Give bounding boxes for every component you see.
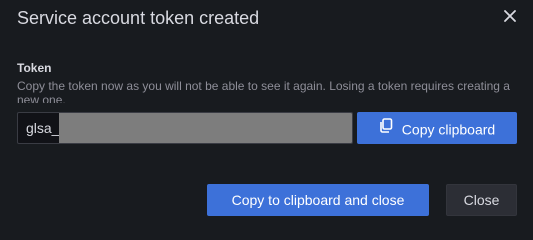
copy-icon xyxy=(379,112,393,144)
close-icon[interactable] xyxy=(502,8,518,24)
token-label: Token xyxy=(17,61,52,75)
redacted-token-overlay xyxy=(59,113,352,143)
service-account-token-dialog: Service account token created Token Copy… xyxy=(0,0,533,240)
copy-clipboard-button[interactable]: Copy clipboard xyxy=(357,112,517,144)
close-button[interactable]: Close xyxy=(446,184,517,216)
token-description: Copy the token now as you will not be ab… xyxy=(17,79,510,103)
copy-clipboard-label: Copy clipboard xyxy=(401,121,496,138)
dialog-title: Service account token created xyxy=(17,8,260,28)
token-value-prefix: glsa_ xyxy=(26,120,60,136)
token-input[interactable]: glsa_ xyxy=(17,112,353,144)
copy-and-close-button[interactable]: Copy to clipboard and close xyxy=(207,184,429,216)
